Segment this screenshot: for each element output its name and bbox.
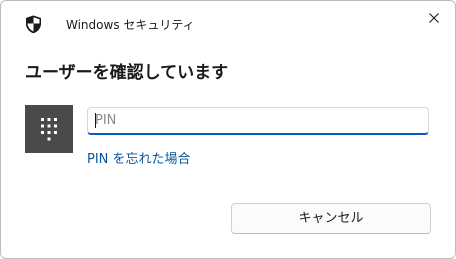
pin-input[interactable] <box>87 107 429 135</box>
window-title: Windows セキュリティ <box>66 18 195 32</box>
title-bar: Windows セキュリティ <box>1 1 455 41</box>
dialog-heading: ユーザーを確認しています <box>25 63 229 83</box>
cancel-button[interactable]: キャンセル <box>231 203 431 234</box>
forgot-pin-link[interactable]: PIN を忘れた場合 <box>87 152 191 168</box>
pin-keypad-tile <box>25 105 73 153</box>
close-button[interactable] <box>421 6 447 30</box>
text-caret <box>95 113 96 128</box>
windows-security-dialog: Windows セキュリティ ユーザーを確認しています PIN を忘れた場合 キ… <box>0 0 456 259</box>
shield-icon <box>25 15 42 34</box>
